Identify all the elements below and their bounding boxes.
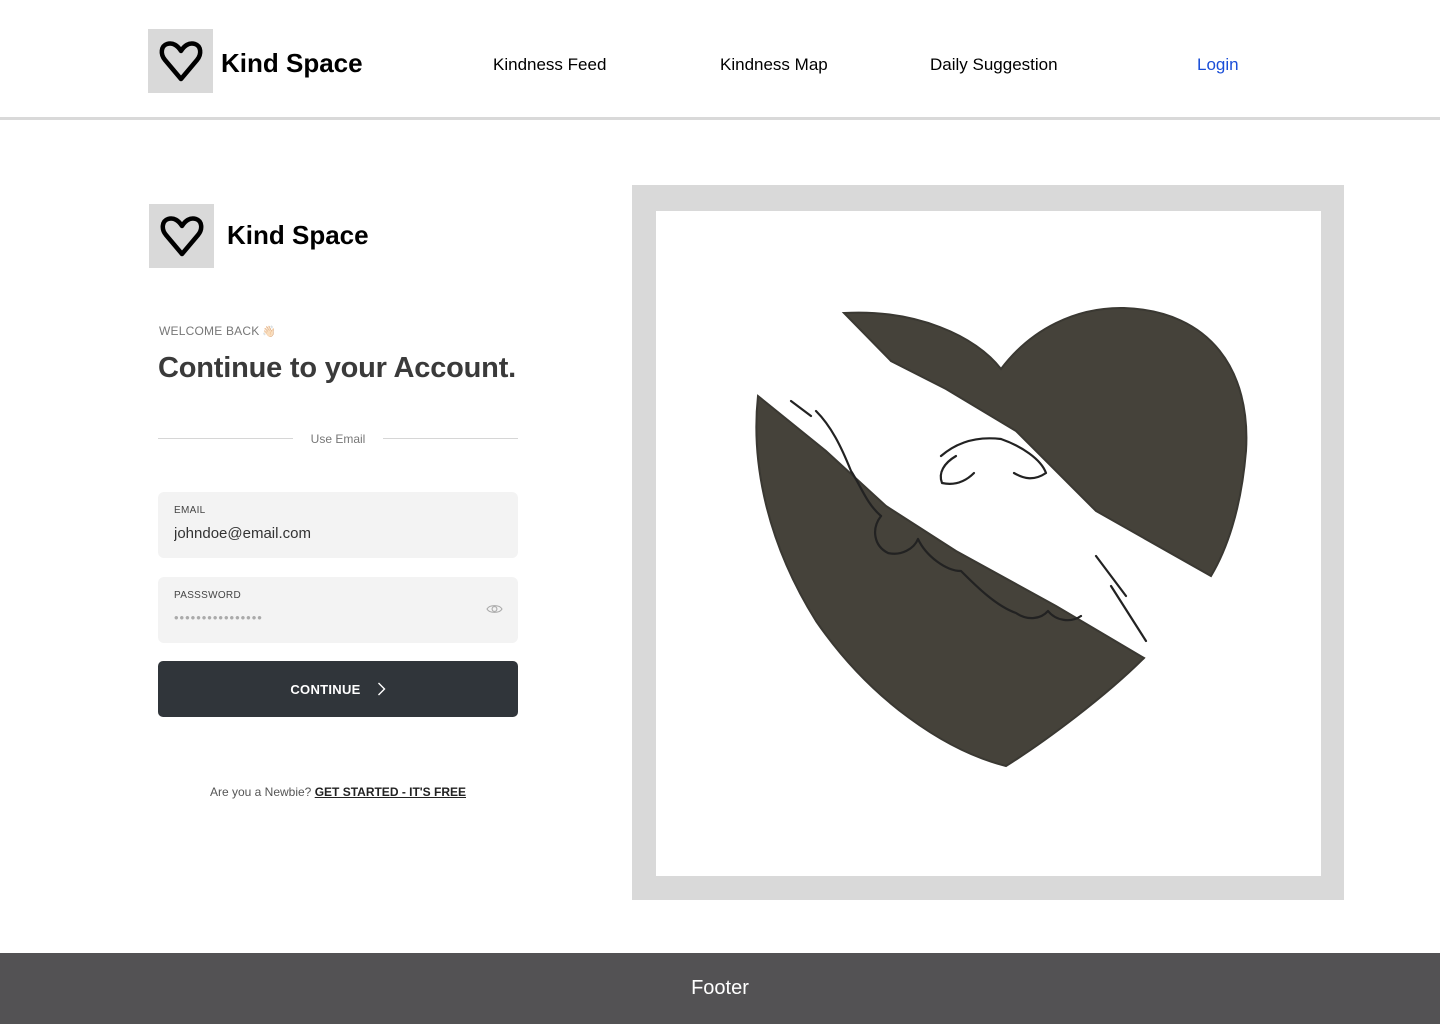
- divider-right: [383, 438, 518, 439]
- illustration-frame: [632, 185, 1344, 900]
- continue-label: CONTINUE: [290, 681, 361, 697]
- site-footer: Footer: [0, 953, 1440, 1024]
- newbie-text: Are you a Newbie?: [209, 785, 312, 799]
- email-input[interactable]: [174, 525, 474, 542]
- handshake-heart-illustration: [755, 306, 1248, 768]
- divider-left: [158, 438, 293, 439]
- email-field[interactable]: EMAIL: [158, 492, 518, 558]
- footer-label: Footer: [691, 977, 749, 999]
- divider-label: Use Email: [310, 432, 366, 446]
- password-label: PASSSWORD: [174, 590, 241, 601]
- heart-icon: [159, 41, 202, 82]
- nav-kindness-map[interactable]: Kindness Map: [720, 55, 828, 75]
- password-field[interactable]: PASSSWORD: [158, 577, 518, 643]
- illustration-panel: [656, 211, 1321, 876]
- site-header: Kind Space Kindness Feed Kindness Map Da…: [0, 0, 1440, 120]
- continue-button[interactable]: CONTINUE: [158, 661, 518, 717]
- form-brand-name: Kind Space: [227, 220, 369, 250]
- get-started-link[interactable]: GET STARTED - IT'S FREE: [315, 785, 466, 799]
- page-title: Continue to your Account.: [158, 352, 517, 384]
- nav-login[interactable]: Login: [1197, 55, 1239, 75]
- eye-icon[interactable]: [486, 602, 503, 616]
- form-logo: [149, 204, 214, 268]
- brand-name[interactable]: Kind Space: [221, 48, 363, 79]
- nav-kindness-feed[interactable]: Kindness Feed: [493, 55, 606, 75]
- signup-prompt: Are you a Newbie? GET STARTED - IT'S FRE…: [158, 785, 518, 799]
- email-label: EMAIL: [174, 505, 206, 516]
- heart-icon: [160, 216, 203, 257]
- nav-daily-suggestion[interactable]: Daily Suggestion: [930, 55, 1058, 75]
- welcome-text: WELCOME BACK: [159, 324, 260, 338]
- password-input[interactable]: [174, 610, 474, 625]
- wave-emoji: 👋🏻: [262, 326, 277, 338]
- welcome-label: WELCOME BACK 👋🏻: [159, 324, 276, 338]
- logo[interactable]: [148, 29, 213, 93]
- chevron-right-icon: [377, 682, 386, 696]
- login-page: Kind Space Kindness Feed Kindness Map Da…: [0, 0, 1440, 1024]
